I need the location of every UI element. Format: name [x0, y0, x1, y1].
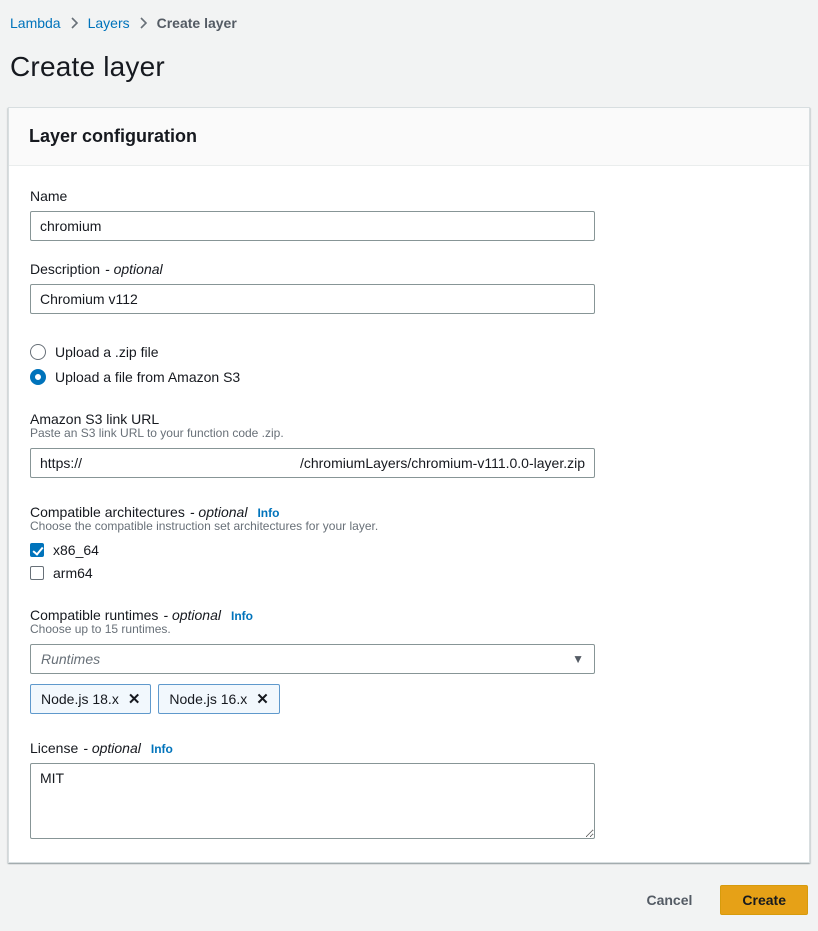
- runtime-token-label: Node.js 18.x: [41, 691, 119, 707]
- checkbox-x86-64[interactable]: x86_64: [30, 542, 789, 558]
- chevron-right-icon: [139, 17, 148, 29]
- architectures-label: Compatible architectures: [30, 504, 185, 520]
- name-input[interactable]: [30, 211, 595, 241]
- token-dismiss-icon[interactable]: ✕: [128, 692, 141, 707]
- radio-upload-zip-file[interactable]: Upload a .zip file: [30, 344, 789, 360]
- description-input[interactable]: [30, 284, 595, 314]
- chevron-down-icon: ▼: [572, 653, 584, 665]
- name-label: Name: [30, 188, 67, 204]
- license-textarea[interactable]: MIT: [30, 763, 595, 839]
- create-layer-page: Lambda Layers Create layer Create layer …: [0, 0, 818, 915]
- breadcrumb-link-lambda[interactable]: Lambda: [10, 15, 61, 31]
- breadcrumb-link-layers[interactable]: Layers: [88, 15, 130, 31]
- upload-type-radio-group: Upload a .zip file Upload a file from Am…: [30, 344, 789, 385]
- description-label: Description: [30, 261, 100, 277]
- description-optional-label: - optional: [105, 261, 163, 277]
- architectures-checkbox-group: x86_64 arm64: [30, 542, 789, 581]
- s3-url-label: Amazon S3 link URL: [30, 411, 159, 427]
- radio-unselected-icon: [30, 344, 46, 360]
- runtimes-info-link[interactable]: Info: [231, 609, 253, 623]
- runtime-token-nodejs18: Node.js 18.x ✕: [30, 684, 151, 714]
- name-field: Name: [30, 188, 789, 241]
- license-field: License - optional Info MIT: [30, 740, 789, 842]
- runtimes-optional-label: - optional: [163, 607, 221, 623]
- runtimes-field: Compatible runtimes - optional Info Choo…: [30, 607, 789, 714]
- radio-selected-icon: [30, 369, 46, 385]
- runtime-token-list: Node.js 18.x ✕ Node.js 16.x ✕: [30, 684, 789, 714]
- description-field: Description - optional: [30, 261, 789, 314]
- license-label: License: [30, 740, 78, 756]
- checkbox-arm64-label: arm64: [53, 565, 93, 581]
- cancel-button[interactable]: Cancel: [646, 892, 692, 908]
- checkbox-x86-64-label: x86_64: [53, 542, 99, 558]
- architectures-optional-label: - optional: [190, 504, 248, 520]
- checkbox-checked-icon: [30, 543, 44, 557]
- chevron-right-icon: [70, 17, 79, 29]
- s3-url-field: Amazon S3 link URL Paste an S3 link URL …: [30, 411, 789, 478]
- checkbox-unchecked-icon: [30, 566, 44, 580]
- layer-configuration-panel: Layer configuration Name Description - o…: [8, 107, 810, 863]
- s3-url-suffix: /chromiumLayers/chromium-v111.0.0-layer.…: [300, 455, 585, 471]
- runtime-token-label: Node.js 16.x: [169, 691, 247, 707]
- panel-title: Layer configuration: [29, 126, 789, 147]
- architectures-field: Compatible architectures - optional Info…: [30, 504, 789, 581]
- radio-upload-s3-label: Upload a file from Amazon S3: [55, 369, 240, 385]
- token-dismiss-icon[interactable]: ✕: [256, 692, 269, 707]
- runtimes-select-placeholder: Runtimes: [41, 651, 100, 667]
- checkbox-arm64[interactable]: arm64: [30, 565, 789, 581]
- architectures-helper: Choose the compatible instruction set ar…: [30, 519, 789, 533]
- s3-url-input[interactable]: https:// /chromiumLayers/chromium-v111.0…: [30, 448, 595, 478]
- s3-url-helper: Paste an S3 link URL to your function co…: [30, 426, 789, 440]
- architectures-info-link[interactable]: Info: [257, 506, 279, 520]
- panel-body: Name Description - optional Upload a .zi…: [9, 166, 809, 862]
- create-button[interactable]: Create: [720, 885, 808, 915]
- breadcrumb-current: Create layer: [157, 15, 237, 31]
- runtimes-label: Compatible runtimes: [30, 607, 158, 623]
- radio-upload-from-s3[interactable]: Upload a file from Amazon S3: [30, 369, 789, 385]
- radio-upload-zip-label: Upload a .zip file: [55, 344, 159, 360]
- breadcrumb: Lambda Layers Create layer: [8, 0, 810, 31]
- s3-url-prefix: https://: [40, 455, 82, 471]
- form-actions: Cancel Create: [8, 863, 810, 915]
- license-optional-label: - optional: [83, 740, 141, 756]
- panel-header: Layer configuration: [9, 108, 809, 166]
- runtimes-helper: Choose up to 15 runtimes.: [30, 622, 789, 636]
- license-info-link[interactable]: Info: [151, 742, 173, 756]
- runtimes-select[interactable]: Runtimes ▼: [30, 644, 595, 674]
- runtime-token-nodejs16: Node.js 16.x ✕: [158, 684, 279, 714]
- page-title: Create layer: [8, 31, 810, 107]
